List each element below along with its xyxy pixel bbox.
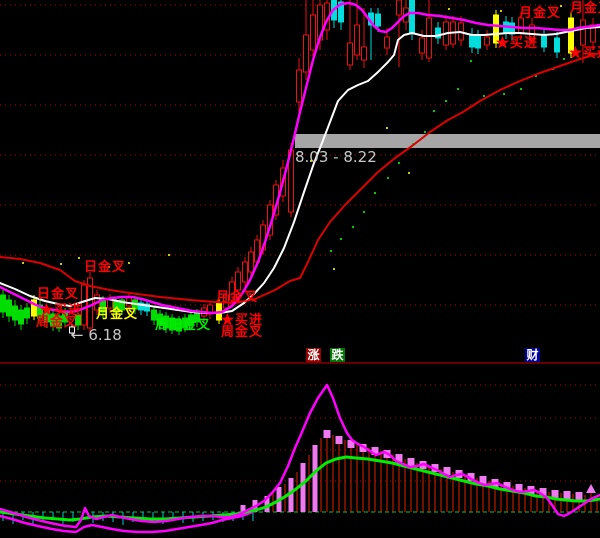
trading-chart-window: 月金叉月金叉★买进★买进日金叉日金叉★买进周金叉月金叉周阳金叉月金叉★买进周金叉… <box>0 0 600 538</box>
kline-chart-canvas[interactable] <box>0 0 600 538</box>
ma-fast-magenta <box>0 3 600 313</box>
main-gridlines <box>0 5 600 305</box>
badge-fall[interactable]: 跌 <box>330 348 345 362</box>
badge-rise[interactable]: 涨 <box>306 348 321 362</box>
indicator-magenta-main <box>0 385 600 527</box>
indicator-gridlines <box>0 385 600 481</box>
pink-triangle-marker <box>586 484 596 493</box>
badge-finance[interactable]: 财 <box>525 348 540 362</box>
price-band <box>295 134 600 148</box>
